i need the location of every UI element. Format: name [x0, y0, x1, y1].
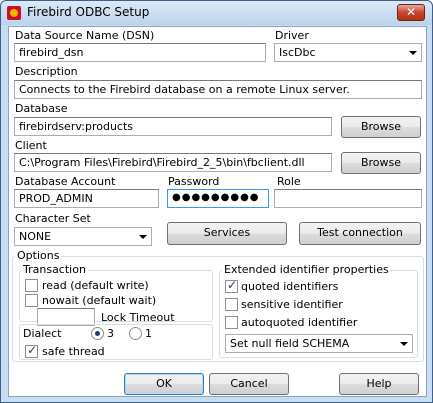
database-label: Database — [15, 102, 68, 115]
nowait-checkbox[interactable] — [25, 294, 38, 307]
browse-client-button[interactable]: Browse — [341, 152, 421, 174]
null-field-value: Set null field SCHEMA — [230, 337, 350, 350]
dialect-3-label: 3 — [107, 327, 114, 340]
cancel-button[interactable]: Cancel — [209, 373, 289, 395]
test-connection-button[interactable]: Test connection — [299, 222, 421, 245]
chevron-down-icon — [400, 342, 408, 346]
autoquoted-identifier-label: autoquoted identifier — [241, 316, 358, 329]
dialect-1-label: 1 — [145, 327, 152, 340]
nowait-label: nowait (default wait) — [42, 294, 157, 307]
browse-database-button[interactable]: Browse — [341, 116, 421, 138]
extended-identifier-title: Extended identifier properties — [222, 263, 391, 276]
read-label: read (default write) — [42, 279, 149, 292]
chevron-down-icon — [409, 51, 417, 55]
dsn-input[interactable]: firebird_dsn — [14, 43, 266, 62]
charset-select[interactable]: NONE — [14, 227, 152, 246]
help-button[interactable]: Help — [339, 373, 419, 395]
sensitive-identifier-label: sensitive identifier — [241, 298, 343, 311]
password-input[interactable]: ●●●●●●●●● — [167, 189, 269, 208]
account-label: Database Account — [15, 175, 116, 188]
account-input[interactable]: PROD_ADMIN — [14, 189, 159, 208]
client-input[interactable]: C:\Program Files\Firebird\Firebird_2_5\b… — [14, 153, 332, 172]
window-title: Firebird ODBC Setup — [27, 5, 150, 19]
firebird-icon — [7, 6, 21, 20]
description-input[interactable]: Connects to the Firebird database on a r… — [14, 80, 422, 99]
safe-thread-checkbox[interactable] — [25, 343, 38, 358]
ok-button[interactable]: OK — [124, 373, 204, 395]
quoted-identifiers-label: quoted identifiers — [241, 280, 339, 293]
role-label: Role — [277, 175, 301, 188]
options-title: Options — [15, 249, 62, 262]
role-input[interactable] — [274, 189, 422, 208]
close-icon: ✕ — [405, 5, 417, 19]
services-button[interactable]: Services — [167, 222, 287, 245]
database-input[interactable]: firebirdserv:products — [14, 117, 332, 136]
null-field-select[interactable]: Set null field SCHEMA — [225, 334, 413, 353]
sensitive-identifier-checkbox[interactable] — [225, 298, 238, 311]
dialect-3-radio[interactable] — [91, 327, 104, 340]
close-button[interactable]: ✕ — [397, 4, 425, 21]
dialect-label: Dialect — [23, 327, 62, 340]
autoquoted-identifier-checkbox[interactable] — [225, 316, 238, 329]
title-bar[interactable]: Firebird ODBC Setup ✕ — [1, 1, 432, 25]
driver-select[interactable]: IscDbc — [274, 43, 422, 62]
charset-label: Character Set — [15, 212, 91, 225]
chevron-down-icon — [139, 235, 147, 239]
dialect-1-radio[interactable] — [129, 327, 142, 340]
password-label: Password — [168, 175, 220, 188]
safe-thread-label: safe thread — [42, 345, 105, 358]
read-checkbox[interactable] — [25, 279, 38, 292]
quoted-identifiers-checkbox[interactable] — [225, 278, 238, 293]
description-label: Description — [15, 65, 78, 78]
client-label: Client — [15, 139, 47, 152]
driver-label: Driver — [275, 29, 309, 42]
charset-value: NONE — [19, 230, 52, 243]
dialog-window: Firebird ODBC Setup ✕ Data Source Name (… — [0, 0, 433, 403]
dialog-body: Data Source Name (DSN) firebird_dsn Driv… — [8, 26, 427, 397]
transaction-title: Transaction — [21, 263, 88, 276]
driver-value: IscDbc — [279, 46, 316, 59]
dsn-label: Data Source Name (DSN) — [15, 29, 155, 42]
lock-timeout-label: Lock Timeout — [101, 311, 175, 324]
